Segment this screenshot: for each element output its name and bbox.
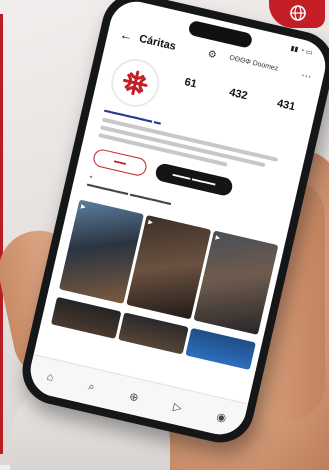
follow-button[interactable]: ▬▬	[91, 147, 149, 178]
post-thumbnail[interactable]	[50, 296, 122, 339]
menu-icon[interactable]: ⋯	[300, 70, 312, 83]
play-icon: ▶	[214, 235, 221, 242]
profile-title: Cáritas	[137, 32, 178, 53]
post-thumbnail[interactable]	[118, 312, 189, 355]
globe-icon	[290, 5, 306, 21]
play-icon: ▶	[80, 203, 87, 211]
add-icon[interactable]: ⊕	[128, 389, 140, 404]
play-icon: ▶	[147, 219, 154, 227]
stat-followers-value: 432	[228, 86, 249, 103]
reels-icon[interactable]: ▷	[172, 399, 183, 414]
red-border-line	[0, 14, 3, 454]
stat-following-value: 431	[275, 97, 297, 114]
avatar[interactable]	[106, 54, 165, 112]
header-name: ΟΘΘΦ Doomez	[228, 54, 279, 73]
brand-badge	[269, 0, 325, 28]
stat-followers[interactable]: 432	[211, 84, 262, 127]
home-icon[interactable]: ⌂	[46, 371, 55, 384]
stat-posts[interactable]: 61	[163, 73, 214, 116]
profile-icon[interactable]: ◉	[215, 409, 227, 424]
settings-icon[interactable]: ⚙	[206, 49, 217, 62]
stat-posts-value: 61	[183, 76, 198, 91]
back-arrow-icon[interactable]: ←	[118, 26, 134, 44]
post-thumbnail[interactable]	[185, 327, 256, 371]
caritas-logo-icon	[123, 70, 148, 96]
highlights-indicator: ◂	[88, 173, 93, 181]
stat-following[interactable]: 431	[258, 95, 309, 138]
search-icon[interactable]: ⌕	[87, 380, 96, 394]
status-icons: ▮▮ ◔ ▭	[289, 45, 314, 57]
